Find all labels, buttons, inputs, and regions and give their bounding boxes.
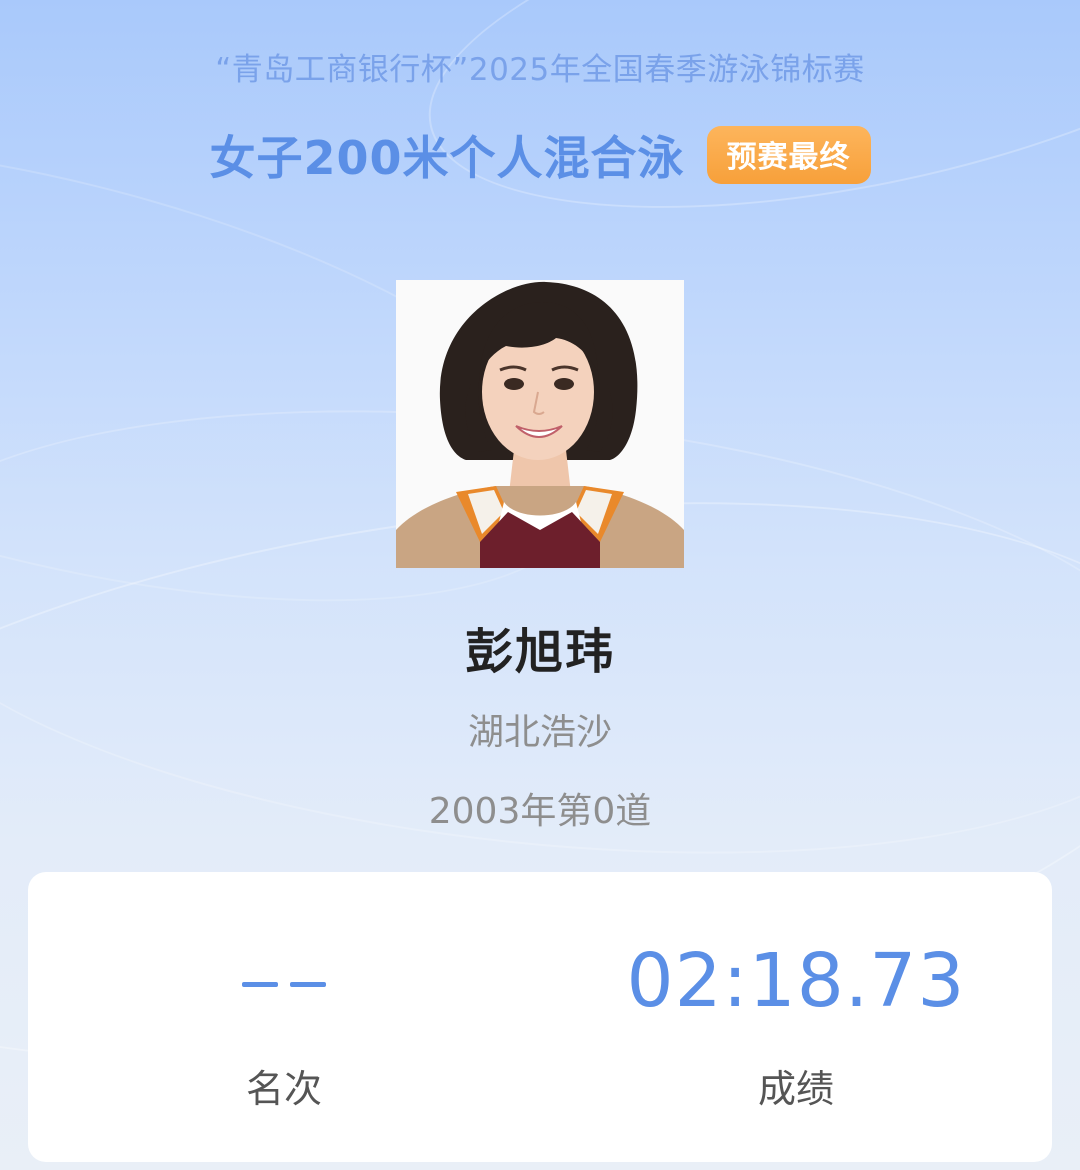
rank-stat: 名次 [28,872,540,1162]
athlete-team: 湖北浩沙 [467,712,612,753]
rank-dash [242,982,278,987]
athlete-name: 彭旭玮 [464,624,615,680]
rank-value [28,982,540,987]
time-value: 02:18.73 [626,938,966,1024]
time-label: 成绩 [757,1067,834,1111]
athlete-lane-info: 2003年第0道 [428,791,652,832]
event-title: “青岛工商银行杯”2025年全国春季游泳锦标赛 [215,52,865,88]
race-header: 女子200米个人混合泳 预赛最终 [0,122,1080,188]
rank-dash [290,982,326,987]
stage-badge: 预赛最终 [706,126,871,184]
time-stat: 02:18.73 成绩 [540,872,1052,1162]
result-page: “青岛工商银行杯”2025年全国春季游泳锦标赛 女子200米个人混合泳 预赛最终 [0,0,1080,1170]
race-name: 女子200米个人混合泳 [209,131,685,185]
result-card: 名次 02:18.73 成绩 [28,872,1052,1162]
athlete-photo [396,280,684,568]
athlete-portrait-image [396,280,684,568]
rank-label: 名次 [245,1067,322,1111]
